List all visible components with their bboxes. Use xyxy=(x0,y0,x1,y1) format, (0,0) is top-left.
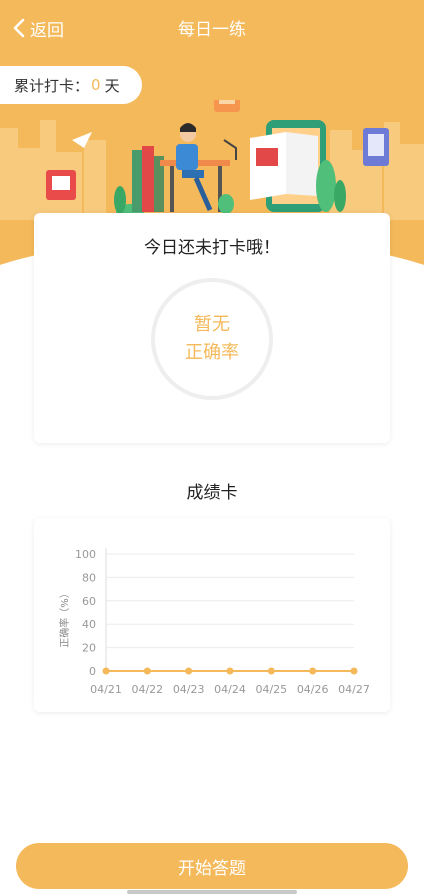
start-answering-button[interactable]: 开始答题 xyxy=(16,843,408,889)
today-card: 今日还未打卡哦！ 暂无 正确率 xyxy=(34,213,390,443)
page-title: 每日一练 xyxy=(178,20,246,40)
checkin-counter: 累计打卡： 0 天 xyxy=(0,66,142,104)
study-illustration xyxy=(0,100,424,220)
x-tick-label: 04/26 xyxy=(297,683,329,696)
checkin-days: 0 xyxy=(91,76,101,94)
data-point xyxy=(350,667,358,675)
data-point xyxy=(226,667,234,675)
nav-bar: 返回 每日一练 xyxy=(0,0,424,56)
score-card: 正确率（%） 0 20 40 60 80 100 04/21 04/22 04/23 04/24 0… xyxy=(34,518,390,712)
x-tick-label: 04/24 xyxy=(214,683,246,696)
accuracy-ring: 暂无 正确率 xyxy=(151,278,273,400)
data-point xyxy=(185,667,193,675)
x-tick-label: 04/27 xyxy=(338,683,370,696)
data-point xyxy=(309,667,317,675)
score-section-title: 成绩卡 xyxy=(186,483,238,503)
accuracy-line-chart: 正确率（%） 0 20 40 60 80 100 04/21 04/22 04/23 04/24 0… xyxy=(58,548,370,696)
y-tick-label: 100 xyxy=(75,548,96,561)
data-point xyxy=(102,667,110,675)
y-tick-label: 60 xyxy=(82,595,96,608)
checkin-unit: 天 xyxy=(104,76,120,95)
accuracy-line2: 正确率 xyxy=(185,342,239,363)
x-tick-label: 04/21 xyxy=(90,683,122,696)
accuracy-line1: 暂无 xyxy=(194,314,230,335)
data-point xyxy=(143,667,151,675)
y-tick-label: 40 xyxy=(82,618,96,631)
y-tick-label: 0 xyxy=(89,665,96,678)
data-point xyxy=(267,667,275,675)
checkin-label: 累计打卡： xyxy=(14,76,90,95)
x-tick-label: 04/22 xyxy=(131,683,163,696)
today-message: 今日还未打卡哦！ xyxy=(144,238,280,258)
x-tick-label: 04/25 xyxy=(255,683,287,696)
y-axis-label: 正确率（%） xyxy=(58,588,71,648)
x-tick-label: 04/23 xyxy=(173,683,205,696)
y-tick-label: 80 xyxy=(82,571,96,584)
home-indicator xyxy=(127,890,297,894)
y-tick-label: 20 xyxy=(82,642,96,655)
